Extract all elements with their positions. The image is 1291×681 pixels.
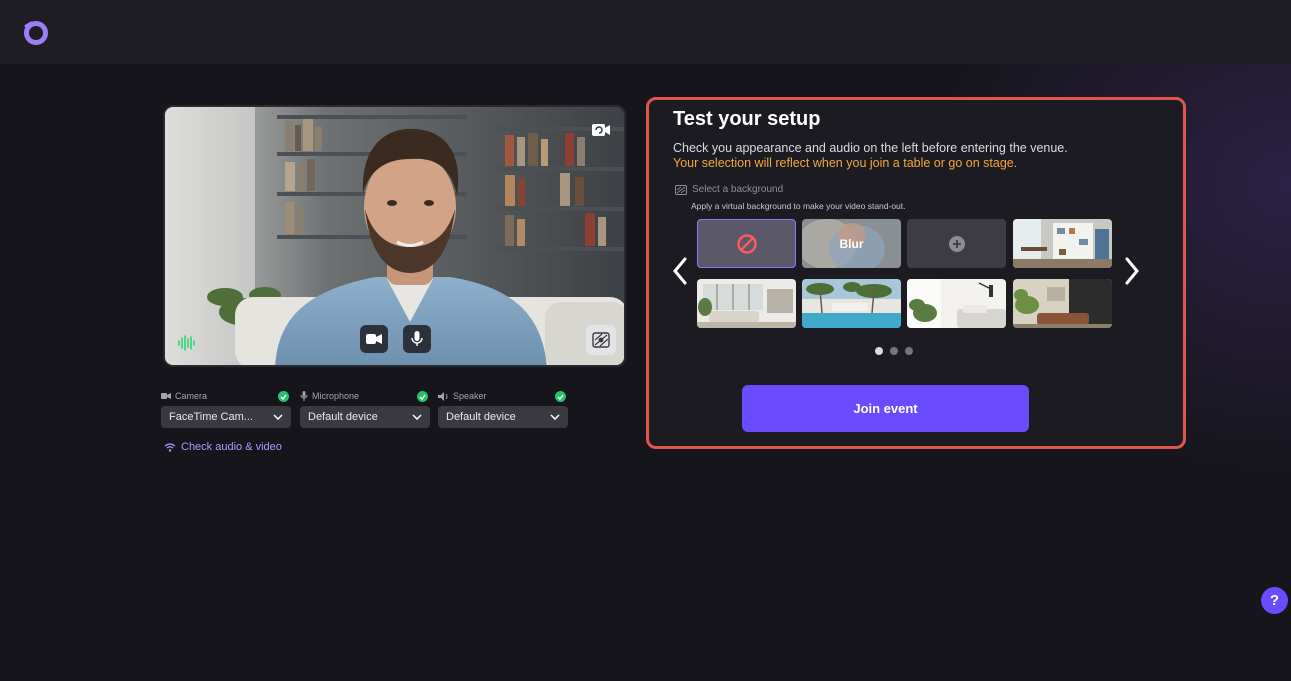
setup-title: Test your setup xyxy=(673,108,821,130)
lounge-thumbnail xyxy=(1013,279,1112,328)
previous-backgrounds-button[interactable] xyxy=(669,253,691,289)
video-preview xyxy=(163,105,626,367)
chevron-left-icon xyxy=(673,257,687,285)
speaker-icon xyxy=(438,391,448,401)
setup-description: Check you appearance and audio on the le… xyxy=(673,141,1068,155)
background-pagination xyxy=(875,347,913,355)
upload-background-tile[interactable] xyxy=(907,219,1006,268)
speaker-label: Speaker xyxy=(453,391,487,401)
chevron-right-icon xyxy=(1125,257,1139,285)
speaker-selector: Speaker Default device xyxy=(438,390,568,428)
background-icon xyxy=(675,184,687,195)
camera-dropdown[interactable]: FaceTime Cam... xyxy=(161,406,291,428)
camera-label: Camera xyxy=(175,391,208,401)
speaker-dropdown[interactable]: Default device xyxy=(438,406,568,428)
bedroom-thumbnail xyxy=(907,279,1006,328)
switch-camera-icon[interactable] xyxy=(590,119,612,141)
microphone-value: Default device xyxy=(308,411,378,423)
background-image-tile[interactable] xyxy=(802,279,901,328)
pagination-dot[interactable] xyxy=(875,347,883,355)
background-image-tile[interactable] xyxy=(1013,219,1112,268)
setup-panel: Test your setup Check you appearance and… xyxy=(646,97,1186,449)
pagination-dot[interactable] xyxy=(890,347,898,355)
join-event-button[interactable]: Join event xyxy=(742,385,1029,432)
help-button[interactable]: ? xyxy=(1261,587,1288,614)
no-background-icon xyxy=(736,233,757,254)
speaker-value: Default device xyxy=(446,411,516,423)
app-logo-icon[interactable] xyxy=(23,20,49,46)
camera-ok-icon xyxy=(278,391,289,402)
camera-selector: Camera FaceTime Cam... xyxy=(161,390,291,428)
setup-note: Your selection will reflect when you joi… xyxy=(673,156,1018,170)
background-effects-button[interactable] xyxy=(586,325,616,355)
background-image-tile[interactable] xyxy=(907,279,1006,328)
add-icon xyxy=(948,235,965,252)
microphone-icon xyxy=(411,331,423,346)
background-image-tile[interactable] xyxy=(1013,279,1112,328)
next-backgrounds-button[interactable] xyxy=(1121,253,1143,289)
chevron-down-icon xyxy=(412,414,422,420)
background-none-tile[interactable] xyxy=(697,219,796,268)
background-image-tile[interactable] xyxy=(697,279,796,328)
background-effect-icon xyxy=(592,332,610,348)
microphone-ok-icon xyxy=(417,391,428,402)
background-heading: Select a background xyxy=(675,184,783,195)
chevron-down-icon xyxy=(273,414,283,420)
check-audio-video-link[interactable]: Check audio & video xyxy=(164,441,282,453)
microphone-label: Microphone xyxy=(312,391,360,401)
camera-feed xyxy=(165,107,624,365)
living-room-thumbnail xyxy=(697,279,796,328)
chevron-down-icon xyxy=(550,414,560,420)
background-hint: Apply a virtual background to make your … xyxy=(691,201,906,211)
toggle-microphone-button[interactable] xyxy=(403,325,431,353)
video-camera-icon xyxy=(366,334,382,344)
blur-label: Blur xyxy=(839,236,864,251)
top-bar xyxy=(0,0,1291,64)
video-camera-icon xyxy=(161,393,171,399)
home-office-thumbnail xyxy=(1013,219,1112,268)
audio-level-icon xyxy=(178,335,195,351)
speaker-ok-icon xyxy=(555,391,566,402)
microphone-icon xyxy=(300,391,308,401)
pagination-dot[interactable] xyxy=(905,347,913,355)
wifi-check-icon xyxy=(164,442,176,452)
toggle-camera-button[interactable] xyxy=(360,325,388,353)
microphone-selector: Microphone Default device xyxy=(300,390,430,428)
microphone-dropdown[interactable]: Default device xyxy=(300,406,430,428)
camera-value: FaceTime Cam... xyxy=(169,411,253,423)
background-blur-tile[interactable]: Blur xyxy=(802,219,901,268)
pool-thumbnail xyxy=(802,279,901,328)
